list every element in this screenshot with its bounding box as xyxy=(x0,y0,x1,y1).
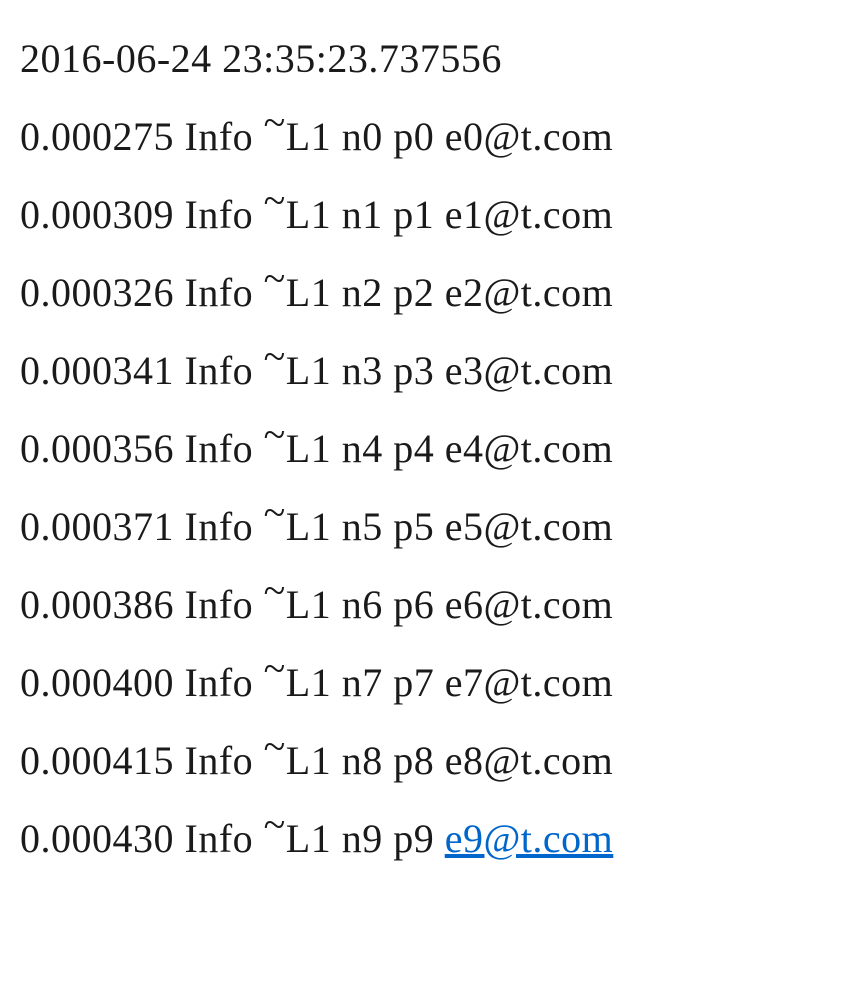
log-time: 0.000309 xyxy=(20,192,174,237)
log-n: n0 xyxy=(342,114,383,159)
log-p: p0 xyxy=(393,114,434,159)
tilde-icon: ~ xyxy=(264,630,286,708)
tilde-icon: ~ xyxy=(264,162,286,240)
log-time: 0.000371 xyxy=(20,504,174,549)
log-email: e0@t.com xyxy=(445,114,614,159)
log-tag: L1 xyxy=(286,192,331,237)
log-n: n4 xyxy=(342,426,383,471)
log-row: 0.000341 Info ~L1 n3 p3 e3@t.com xyxy=(20,332,843,410)
log-n: n1 xyxy=(342,192,383,237)
log-email: e6@t.com xyxy=(445,582,614,627)
log-row: 0.000430 Info ~L1 n9 p9 e9@t.com xyxy=(20,800,843,878)
log-time: 0.000356 xyxy=(20,426,174,471)
log-level: Info xyxy=(185,348,254,393)
log-row: 0.000326 Info ~L1 n2 p2 e2@t.com xyxy=(20,254,843,332)
log-n: n7 xyxy=(342,660,383,705)
log-email-link[interactable]: e9@t.com xyxy=(445,816,614,861)
log-n: n6 xyxy=(342,582,383,627)
log-email: e1@t.com xyxy=(445,192,614,237)
log-n: n5 xyxy=(342,504,383,549)
log-time: 0.000430 xyxy=(20,816,174,861)
log-level: Info xyxy=(185,504,254,549)
log-row: 0.000275 Info ~L1 n0 p0 e0@t.com xyxy=(20,98,843,176)
log-level: Info xyxy=(185,114,254,159)
log-email: e2@t.com xyxy=(445,270,614,315)
log-p: p3 xyxy=(393,348,434,393)
log-tag: L1 xyxy=(286,660,331,705)
tilde-icon: ~ xyxy=(264,708,286,786)
log-time: 0.000415 xyxy=(20,738,174,783)
log-p: p7 xyxy=(393,660,434,705)
log-container: 2016-06-24 23:35:23.737556 0.000275 Info… xyxy=(20,20,843,878)
log-p: p4 xyxy=(393,426,434,471)
log-p: p8 xyxy=(393,738,434,783)
tilde-icon: ~ xyxy=(264,84,286,162)
log-level: Info xyxy=(185,426,254,471)
tilde-icon: ~ xyxy=(264,240,286,318)
tilde-icon: ~ xyxy=(264,786,286,864)
log-level: Info xyxy=(185,816,254,861)
log-level: Info xyxy=(185,270,254,315)
log-n: n9 xyxy=(342,816,383,861)
log-level: Info xyxy=(185,582,254,627)
log-time: 0.000326 xyxy=(20,270,174,315)
log-p: p1 xyxy=(393,192,434,237)
log-p: p9 xyxy=(393,816,434,861)
log-level: Info xyxy=(185,660,254,705)
log-tag: L1 xyxy=(286,114,331,159)
tilde-icon: ~ xyxy=(264,318,286,396)
log-email: e4@t.com xyxy=(445,426,614,471)
log-tag: L1 xyxy=(286,738,331,783)
log-time: 0.000386 xyxy=(20,582,174,627)
log-row: 0.000309 Info ~L1 n1 p1 e1@t.com xyxy=(20,176,843,254)
log-row: 0.000415 Info ~L1 n8 p8 e8@t.com xyxy=(20,722,843,800)
log-tag: L1 xyxy=(286,348,331,393)
log-n: n8 xyxy=(342,738,383,783)
log-time: 0.000275 xyxy=(20,114,174,159)
log-n: n3 xyxy=(342,348,383,393)
log-time: 0.000400 xyxy=(20,660,174,705)
log-row: 0.000371 Info ~L1 n5 p5 e5@t.com xyxy=(20,488,843,566)
log-level: Info xyxy=(185,738,254,783)
log-time: 0.000341 xyxy=(20,348,174,393)
log-tag: L1 xyxy=(286,582,331,627)
log-p: p5 xyxy=(393,504,434,549)
log-p: p2 xyxy=(393,270,434,315)
log-tag: L1 xyxy=(286,270,331,315)
log-row: 0.000386 Info ~L1 n6 p6 e6@t.com xyxy=(20,566,843,644)
log-email: e5@t.com xyxy=(445,504,614,549)
log-n: n2 xyxy=(342,270,383,315)
log-level: Info xyxy=(185,192,254,237)
log-tag: L1 xyxy=(286,426,331,471)
log-email: e7@t.com xyxy=(445,660,614,705)
log-row: 0.000400 Info ~L1 n7 p7 e7@t.com xyxy=(20,644,843,722)
tilde-icon: ~ xyxy=(264,396,286,474)
tilde-icon: ~ xyxy=(264,474,286,552)
log-email: e8@t.com xyxy=(445,738,614,783)
log-tag: L1 xyxy=(286,504,331,549)
log-row: 0.000356 Info ~L1 n4 p4 e4@t.com xyxy=(20,410,843,488)
log-header: 2016-06-24 23:35:23.737556 xyxy=(20,20,843,98)
tilde-icon: ~ xyxy=(264,552,286,630)
log-p: p6 xyxy=(393,582,434,627)
log-email: e3@t.com xyxy=(445,348,614,393)
log-tag: L1 xyxy=(286,816,331,861)
